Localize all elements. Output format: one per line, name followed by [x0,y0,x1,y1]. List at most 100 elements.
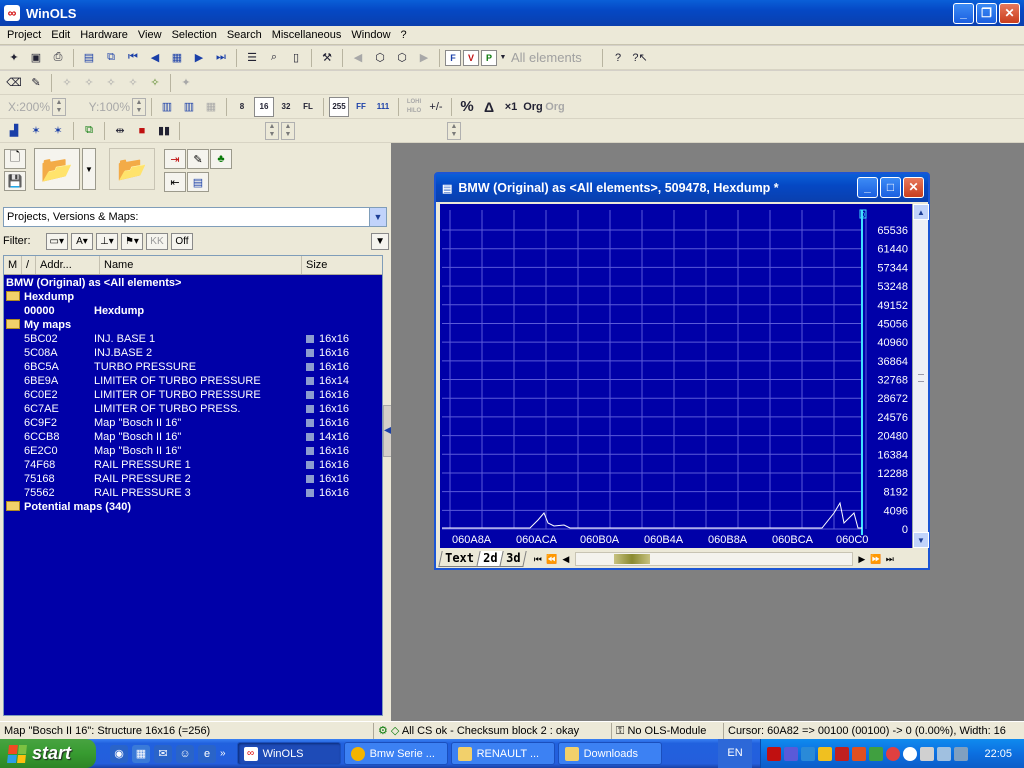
menu-project[interactable]: Project [2,26,46,45]
tool-e-icon[interactable]: ✧ [145,73,165,93]
close-button[interactable]: ✕ [999,3,1020,24]
percent-button[interactable]: % [457,97,477,117]
view-text-icon[interactable]: ▥ [157,97,177,117]
chart-icon[interactable]: ▟ [4,121,24,141]
v-icon[interactable]: V [463,49,479,66]
original-compare-button[interactable]: Org [545,97,565,117]
new-project-button[interactable]: 🗋 [4,149,26,169]
folder-hexdump[interactable]: Hexdump [4,290,382,304]
chip-icon[interactable]: ▣ [26,48,46,68]
child-minimize-button[interactable]: _ [857,177,878,198]
filter-kk-button[interactable]: KK [145,232,168,250]
import-button[interactable]: 📂 [109,148,155,190]
menu-hardware[interactable]: Hardware [75,26,133,45]
tray-volume-icon[interactable] [954,746,968,761]
eraser-icon[interactable]: ⌫ [4,73,24,93]
print-icon[interactable]: ⎙ [48,48,68,68]
quicklaunch-d-icon[interactable]: ☺ [176,744,194,763]
minimize-button[interactable]: _ [953,3,974,24]
folder-my-maps[interactable]: My maps [4,318,382,332]
task-winols[interactable]: ∞ WinOLS [236,742,341,765]
hex-right-icon[interactable]: ⬡ [392,48,412,68]
wizard-icon[interactable]: ✦ [4,48,24,68]
scroll-grip[interactable] [918,374,924,382]
tools-icon[interactable]: ⚒ [317,48,337,68]
folder-potential-maps[interactable]: Potential maps (340) [4,500,382,514]
menu-edit[interactable]: Edit [46,26,75,45]
scroll-down-icon[interactable]: ▼ [913,532,929,548]
horizontal-scrollbar[interactable] [574,551,853,566]
map-row[interactable]: 6C0E2 LIMITER OF TURBO PRESSURE 16x16 [4,388,382,402]
filter-off-button[interactable]: Off [170,232,193,250]
list-icon[interactable]: ☰ [242,48,262,68]
start-button[interactable]: start [0,739,96,768]
menu-miscellaneous[interactable]: Miscellaneous [267,26,347,45]
tab-3d[interactable]: 3d [499,550,528,567]
col-name[interactable]: Name [100,256,302,274]
binary-button[interactable]: 111 [373,97,393,117]
map-row[interactable]: 75562 RAIL PRESSURE 3 16x16 [4,486,382,500]
map-row[interactable]: 74F68 RAIL PRESSURE 1 16x16 [4,458,382,472]
bars-icon[interactable]: ▮▮ [154,121,174,141]
language-indicator[interactable]: EN [718,739,752,768]
view-columns-icon[interactable]: ▥ [179,97,199,117]
all-elements-selector[interactable]: All elements [511,50,597,65]
back-icon[interactable]: ◀ [348,48,368,68]
spin-c[interactable]: ▲ ▼ [447,121,461,140]
tray-opera-icon[interactable] [886,746,900,761]
tree-root[interactable]: BMW (Original) as <All elements> [4,276,382,290]
menu-help[interactable]: ? [396,26,412,45]
delta-button[interactable]: Δ [479,97,499,117]
lohi-button[interactable]: LOHI HILO [404,97,424,117]
tray-h-icon[interactable] [920,746,934,761]
quicklaunch-more-icon[interactable]: » [220,748,226,759]
hex-button[interactable]: FF [351,97,371,117]
spin-b[interactable]: ▲ ▼ [281,121,295,140]
compare-icon[interactable]: ⧉ [101,48,121,68]
filter-dropdown-button[interactable]: ▼ [371,232,389,250]
y-zoom-spinner[interactable]: ▲ ▼ [132,97,146,116]
tray-f-icon[interactable] [869,746,883,761]
horizontal-scroll-thumb[interactable] [613,553,650,564]
scroll-icon[interactable]: ▯ [286,48,306,68]
next-icon[interactable]: ▶ [189,48,209,68]
col-addr[interactable]: Addr... [36,256,100,274]
chevron-down-icon[interactable]: ▼ [369,208,386,226]
nav-next-icon[interactable]: ▶ [855,552,869,566]
menu-search[interactable]: Search [222,26,267,45]
open-button[interactable]: 📂 [34,148,80,190]
window-icon[interactable]: ▤ [79,48,99,68]
quicklaunch-ie-icon[interactable]: e [198,744,216,763]
tool-f-icon[interactable]: ✦ [176,73,196,93]
bits-16-button[interactable]: 16 [254,96,274,117]
tool-d-icon[interactable]: ✧ [123,73,143,93]
dropdown-arrow-icon[interactable]: ▼ [499,48,507,68]
nav-prev-icon[interactable]: ◀ [559,552,573,566]
filter-flag-button[interactable]: ⚑▾ [120,232,143,250]
map-row[interactable]: 5BC02 INJ. BASE 1 16x16 [4,332,382,346]
tab-text[interactable]: Text [438,550,481,567]
context-help-icon[interactable]: ?↖ [630,48,650,68]
tool-c-icon[interactable]: ✧ [101,73,121,93]
export-button[interactable]: ⇤ [164,172,186,192]
quicklaunch-a-icon[interactable]: ◉ [110,744,128,763]
tray-network-icon[interactable] [937,746,951,761]
tray-c-icon[interactable] [801,746,815,761]
nav-last-icon[interactable]: ⏭ [883,552,897,566]
p-icon[interactable]: P [481,49,497,66]
factor-button[interactable]: ×1 [501,97,521,117]
map-row[interactable]: 6CCB8 Map "Bosch II 16" 14x16 [4,430,382,444]
last-icon[interactable]: ⏭ [211,48,231,68]
tool-wand-icon[interactable]: ✶ [26,121,46,141]
child-maximize-button[interactable]: □ [880,177,901,198]
hexdump-row[interactable]: 00000 Hexdump [4,304,382,318]
edit-button[interactable]: ✎ [187,149,209,169]
tray-e-icon[interactable] [852,746,866,761]
projects-combo[interactable]: Projects, Versions & Maps: ▼ [3,207,387,227]
view-grid-icon[interactable]: ▦ [201,97,221,117]
map-row[interactable]: 75168 RAIL PRESSURE 2 16x16 [4,472,382,486]
filter-dim-button[interactable]: ⊥▾ [95,232,118,250]
task-renault[interactable]: RENAULT ... [450,742,555,765]
forward-icon[interactable]: ▶ [414,48,434,68]
grid-icon[interactable]: ▦ [167,48,187,68]
